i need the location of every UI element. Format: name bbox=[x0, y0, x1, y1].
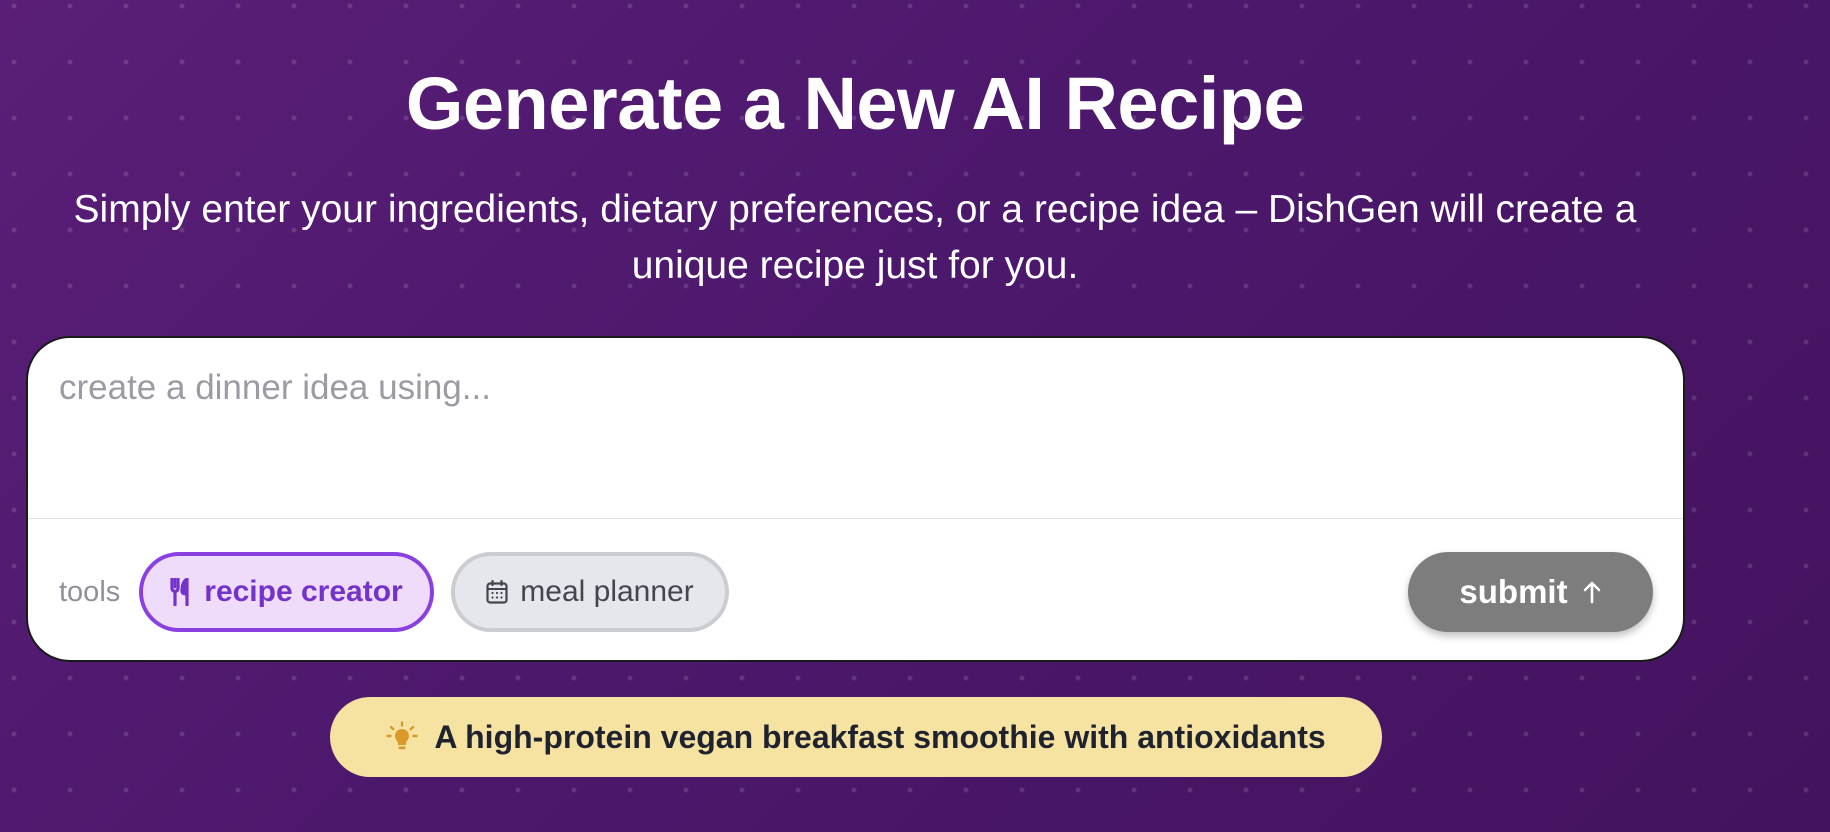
calendar-icon bbox=[486, 580, 508, 604]
page-title: Generate a New AI Recipe bbox=[405, 62, 1305, 145]
fork-knife-icon bbox=[170, 578, 192, 606]
tools-label: tools bbox=[59, 576, 121, 608]
arrow-up-icon bbox=[1582, 580, 1602, 604]
submit-label: submit bbox=[1459, 573, 1568, 610]
submit-button[interactable]: submit bbox=[1408, 552, 1653, 632]
lightbulb-icon bbox=[386, 721, 419, 753]
meal-planner-label: meal planner bbox=[520, 575, 694, 608]
recipe-prompt-input[interactable] bbox=[28, 338, 1683, 518]
meal-planner-tool-button[interactable]: meal planner bbox=[451, 552, 729, 632]
page-subtitle: Simply enter your ingredients, dietary p… bbox=[73, 188, 1637, 287]
recipe-creator-label: recipe creator bbox=[204, 575, 403, 608]
suggestion-text: A high-protein vegan breakfast smoothie … bbox=[434, 718, 1326, 755]
card-divider bbox=[28, 518, 1683, 519]
suggestion-pill[interactable]: A high-protein vegan breakfast smoothie … bbox=[330, 697, 1382, 777]
recipe-prompt-card: tools recipe creator bbox=[26, 336, 1685, 662]
recipe-creator-tool-button[interactable]: recipe creator bbox=[139, 552, 434, 632]
